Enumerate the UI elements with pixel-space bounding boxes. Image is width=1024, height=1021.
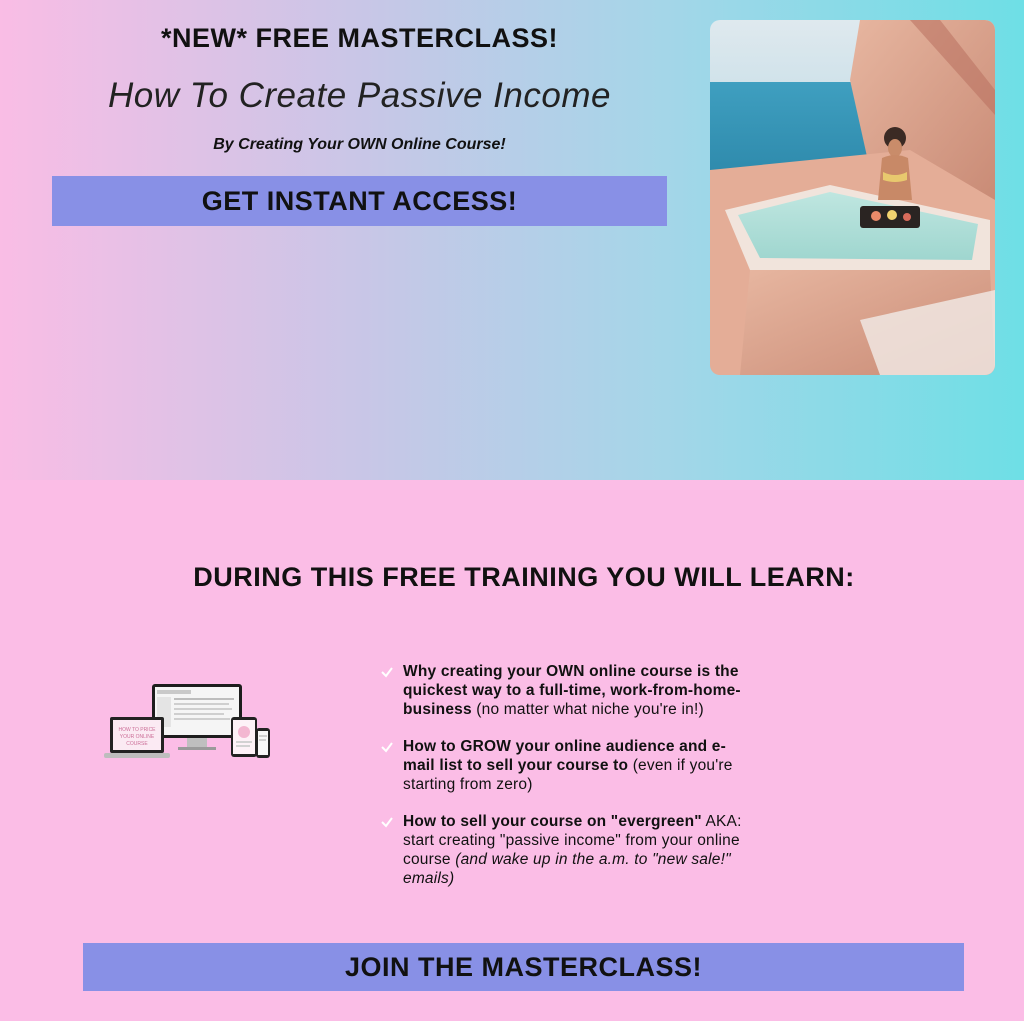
devices-mockup-image: HOW TO PRICE YOUR ONLINE COURSE <box>104 683 272 763</box>
benefit-item: How to sell your course on "evergreen" A… <box>380 812 750 888</box>
hero-section: *NEW* FREE MASTERCLASS! How To Create Pa… <box>0 0 1024 480</box>
svg-text:COURSE: COURSE <box>126 741 148 747</box>
devices-mockup: HOW TO PRICE YOUR ONLINE COURSE <box>104 684 270 758</box>
hero-text: *NEW* FREE MASTERCLASS! How To Create Pa… <box>52 20 667 226</box>
get-instant-access-button[interactable]: GET INSTANT ACCESS! <box>52 176 667 226</box>
check-icon <box>381 742 393 753</box>
join-masterclass-button[interactable]: JOIN THE MASTERCLASS! <box>83 943 964 991</box>
svg-text:YOUR ONLINE: YOUR ONLINE <box>120 734 155 740</box>
svg-text:HOW TO PRICE: HOW TO PRICE <box>118 727 156 733</box>
hero-subline: By Creating Your OWN Online Course! <box>213 136 506 153</box>
check-icon <box>381 667 393 678</box>
benefits-list: Why creating your OWN online course is t… <box>380 662 750 906</box>
benefit-bold: How to sell your course on "evergreen" <box>403 813 702 830</box>
check-icon <box>381 817 393 828</box>
hero-kicker: *NEW* FREE MASTERCLASS! <box>160 23 558 53</box>
hero-headline: How To Create Passive Income <box>108 76 611 115</box>
benefit-item: How to GROW your online audience and e-m… <box>380 737 750 794</box>
training-title: DURING THIS FREE TRAINING YOU WILL LEARN… <box>193 562 855 592</box>
plunge-pool-photo <box>710 20 995 375</box>
benefit-plain: (no matter what niche you're in!) <box>471 701 704 718</box>
hero-photo <box>710 20 995 375</box>
benefit-item: Why creating your OWN online course is t… <box>380 662 750 719</box>
